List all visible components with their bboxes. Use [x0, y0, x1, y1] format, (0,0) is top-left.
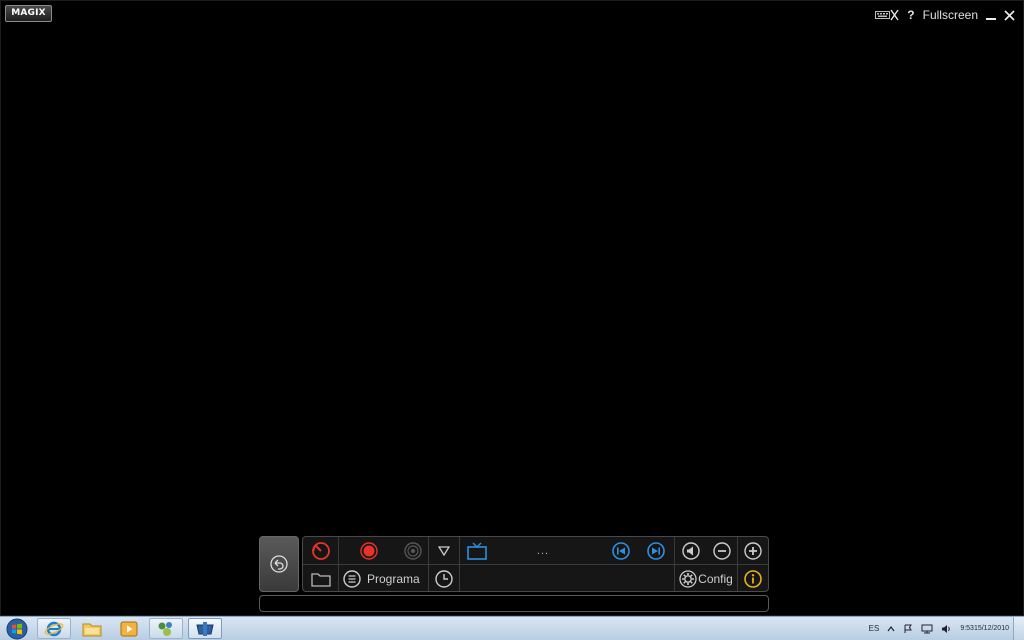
close-button[interactable]	[1004, 9, 1015, 21]
program-guide-label: Programa	[367, 571, 420, 586]
back-arrow-icon	[270, 555, 288, 573]
speaker-icon	[682, 541, 700, 560]
plus-icon	[744, 541, 762, 560]
timeshift-icon	[311, 541, 330, 560]
media-player-icon	[120, 621, 138, 636]
scheduled-record-button[interactable]	[401, 537, 425, 564]
internet-explorer-icon	[44, 621, 64, 636]
record-button[interactable]	[358, 537, 380, 564]
list-icon	[343, 569, 361, 588]
application-window: MAGIX ? Fullscreen ... Programa Config	[0, 0, 1024, 616]
open-folder-button[interactable]	[303, 565, 338, 591]
volume-down-button[interactable]	[710, 537, 734, 564]
fullscreen-button[interactable]: Fullscreen	[923, 8, 978, 22]
gear-icon	[679, 569, 697, 588]
control-row-top: ...	[303, 537, 768, 565]
back-button[interactable]	[259, 536, 299, 592]
skip-back-icon	[612, 541, 630, 560]
volume-up-button[interactable]	[741, 537, 765, 564]
control-row-bottom: Programa Config	[303, 565, 768, 591]
config-label: Config	[698, 571, 733, 586]
channel-text: ...	[536, 544, 550, 557]
status-bar	[259, 595, 769, 612]
previous-button[interactable]	[609, 537, 633, 564]
chevron-up-icon	[887, 625, 895, 631]
clock-time: 9:53	[960, 625, 974, 632]
channel-display: ...	[503, 537, 583, 564]
show-desktop-button[interactable]	[1013, 617, 1024, 640]
window-controls: ? Fullscreen	[875, 6, 1015, 24]
windows-logo-icon	[6, 618, 28, 639]
tv-button[interactable]	[463, 537, 491, 564]
record-icon	[360, 541, 378, 560]
minimize-button[interactable]	[986, 9, 996, 21]
network-icon	[158, 621, 172, 636]
mute-button[interactable]	[679, 537, 703, 564]
taskbar-network-app[interactable]	[149, 618, 183, 639]
skip-forward-icon	[647, 541, 665, 560]
timer-button[interactable]	[429, 565, 459, 591]
triangle-down-icon	[438, 545, 450, 556]
dropdown-button[interactable]	[429, 537, 459, 564]
next-button[interactable]	[644, 537, 668, 564]
system-tray: ES 9:53 15/12/2010	[865, 617, 1024, 640]
language-indicator[interactable]: ES	[869, 624, 880, 633]
timeshift-button[interactable]	[303, 537, 338, 564]
taskbar-media-player[interactable]	[112, 618, 146, 639]
taskbar-internet-explorer[interactable]	[37, 618, 71, 639]
clock-icon	[435, 569, 453, 588]
start-button[interactable]	[3, 617, 31, 640]
taskbar-file-explorer[interactable]	[75, 618, 109, 639]
info-button[interactable]	[741, 565, 765, 591]
control-panel: ... Programa Config	[302, 536, 769, 592]
keyboard-shortcut-icon[interactable]	[875, 9, 899, 21]
clock-date: 15/12/2010	[973, 625, 1009, 632]
info-display	[460, 565, 674, 591]
minus-icon	[713, 541, 731, 560]
taskbar-magix-app[interactable]	[188, 618, 222, 639]
help-button[interactable]: ?	[907, 8, 914, 22]
tv-icon	[467, 542, 487, 560]
taskbar: ES 9:53 15/12/2010	[0, 616, 1024, 640]
config-button[interactable]: Config	[677, 565, 735, 591]
folder-icon	[310, 572, 331, 587]
program-guide-button[interactable]: Programa	[341, 565, 427, 591]
info-icon	[744, 569, 762, 588]
target-icon	[404, 541, 422, 560]
tv-app-icon	[196, 621, 214, 636]
clock[interactable]: 9:53 15/12/2010	[960, 624, 1009, 633]
magix-logo: MAGIX	[5, 5, 52, 22]
network-tray-icon[interactable]	[921, 624, 933, 634]
folder-icon	[82, 623, 102, 636]
show-hidden-icons-button[interactable]	[887, 625, 895, 633]
action-center-icon[interactable]	[903, 624, 913, 634]
volume-tray-icon[interactable]	[941, 624, 952, 634]
